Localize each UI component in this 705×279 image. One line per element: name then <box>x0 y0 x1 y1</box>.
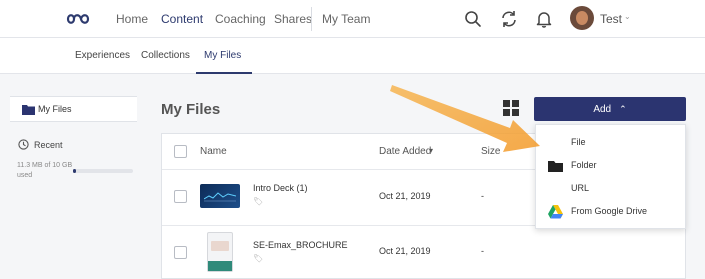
search-icon[interactable] <box>463 9 483 29</box>
thumbnail-image-block <box>211 241 229 251</box>
clock-icon <box>18 139 29 150</box>
select-all-checkbox[interactable] <box>174 145 187 158</box>
nav-divider <box>311 7 312 31</box>
menu-item-folder[interactable]: Folder <box>536 155 685 177</box>
storage-usage-text: 11.3 MB of 10 GB used <box>17 162 73 179</box>
active-tab-indicator <box>196 72 252 74</box>
page-title: My Files <box>161 101 221 118</box>
app-root: Home Content Coaching Shares My Team Tes… <box>0 0 705 279</box>
file-thumbnail[interactable] <box>200 184 240 208</box>
nav-link-content[interactable]: Content <box>161 12 203 26</box>
storage-usage-bar <box>73 169 133 173</box>
row-checkbox[interactable] <box>174 246 187 259</box>
thumbnail-footer-band <box>208 261 232 271</box>
tag-icon[interactable]: 🏷 <box>253 197 263 206</box>
date-added: Oct 21, 2019 <box>379 246 431 256</box>
storage-usage-fill <box>73 169 76 173</box>
row-checkbox[interactable] <box>174 190 187 203</box>
menu-item-google-drive[interactable]: From Google Drive <box>536 201 685 223</box>
column-header-name[interactable]: Name <box>200 146 227 157</box>
file-name[interactable]: SE-Emax_BROCHURE <box>253 240 348 250</box>
date-added: Oct 21, 2019 <box>379 191 431 201</box>
google-drive-icon <box>548 205 563 219</box>
column-header-size[interactable]: Size <box>481 146 500 157</box>
table-row[interactable]: SE-Emax_BROCHURE 🏷 Oct 21, 2019 - <box>162 226 685 279</box>
add-button[interactable]: Add ⌃ <box>534 97 686 121</box>
menu-item-label: URL <box>571 183 590 193</box>
menu-item-file[interactable]: File <box>536 132 685 154</box>
bell-icon[interactable] <box>534 9 554 29</box>
menu-item-label: From Google Drive <box>571 206 648 216</box>
file-thumbnail[interactable] <box>207 232 233 272</box>
tab-experiences[interactable]: Experiences <box>75 50 130 61</box>
avatar-face <box>576 11 588 25</box>
sidebar-item-recent[interactable]: Recent <box>34 140 63 150</box>
tab-my-files[interactable]: My Files <box>204 50 241 61</box>
thumbnail-chart-icon <box>204 192 236 202</box>
content-subnav: Experiences Collections My Files <box>0 38 705 74</box>
tag-icon[interactable]: 🏷 <box>253 254 263 263</box>
chevron-down-icon[interactable]: ⌄ <box>624 12 631 21</box>
avatar[interactable] <box>570 6 594 30</box>
folder-icon <box>548 161 563 172</box>
sidebar-item-my-files[interactable]: My Files <box>10 96 137 122</box>
menu-item-url[interactable]: URL <box>536 178 685 200</box>
sidebar-item-label: My Files <box>38 104 72 114</box>
infinity-logo-icon[interactable] <box>66 10 96 28</box>
chevron-up-icon: ⌃ <box>619 104 627 114</box>
grid-view-icon[interactable] <box>503 100 519 116</box>
nav-link-shares[interactable]: Shares <box>274 12 312 26</box>
tab-collections[interactable]: Collections <box>141 50 190 61</box>
user-name[interactable]: Test <box>600 12 622 26</box>
file-size: - <box>481 246 484 256</box>
nav-link-home[interactable]: Home <box>116 12 148 26</box>
add-dropdown-menu: File Folder URL From Google Drive <box>535 124 686 229</box>
top-navigation: Home Content Coaching Shares My Team Tes… <box>0 0 705 38</box>
menu-item-label: Folder <box>571 160 597 170</box>
menu-item-label: File <box>571 137 586 147</box>
folder-icon <box>22 105 35 115</box>
column-header-date-added[interactable]: Date Added <box>379 146 431 157</box>
add-button-label: Add <box>593 104 612 115</box>
file-name[interactable]: Intro Deck (1) <box>253 183 308 193</box>
sync-icon[interactable] <box>499 9 519 29</box>
sort-descending-icon[interactable]: ▾ <box>429 146 433 155</box>
nav-link-my-team[interactable]: My Team <box>322 12 370 26</box>
nav-link-coaching[interactable]: Coaching <box>215 12 266 26</box>
file-size: - <box>481 191 484 201</box>
